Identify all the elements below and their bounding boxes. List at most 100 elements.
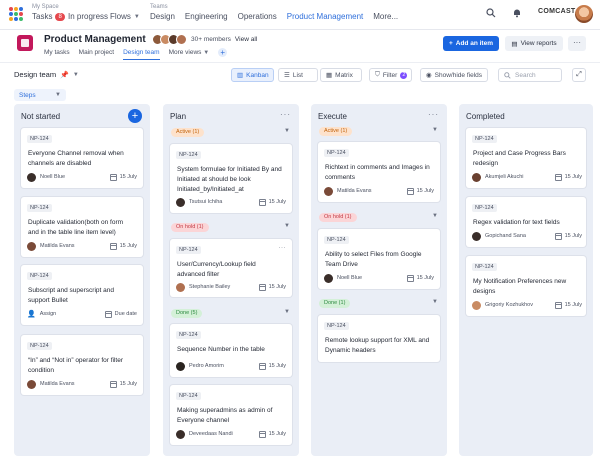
tab-design-team[interactable]: Design team <box>123 48 160 60</box>
bell-icon[interactable] <box>510 8 524 22</box>
card-assignee[interactable]: Gopichand Sana <box>472 231 526 241</box>
chevron-down-icon[interactable]: ▼ <box>284 309 290 315</box>
card-menu-icon[interactable]: ··· <box>279 245 287 251</box>
card-assignee[interactable]: Noell Blue <box>27 172 66 182</box>
card-assignee[interactable]: 👤 Assign <box>27 310 56 318</box>
group-active-pill[interactable]: Active (1) <box>319 127 353 136</box>
task-card[interactable]: NP-124 Project and Case Progress Bars re… <box>466 128 586 188</box>
card-due-date[interactable]: 15 July <box>258 430 286 438</box>
nav-flows[interactable]: Flows ▼ <box>110 11 140 23</box>
card-assignee[interactable]: Deveedaas Nandi <box>176 429 233 439</box>
app-logo-icon[interactable] <box>9 7 23 21</box>
list-view-button[interactable]: ☰ List <box>278 68 318 82</box>
tab-more-views[interactable]: More views ▼ <box>169 48 210 60</box>
card-due-date[interactable]: Due date <box>104 310 137 318</box>
task-card[interactable]: NP-124 “In” and “Not in” operator for fi… <box>21 335 143 395</box>
search-input[interactable]: Search <box>498 68 562 82</box>
assignee-name: Matilda Evans <box>40 243 75 249</box>
card-assignee[interactable]: Noell Blue <box>324 273 362 283</box>
card-assignee[interactable]: Matilda Evans <box>324 186 372 196</box>
nav-in-progress[interactable]: In progress <box>68 11 108 23</box>
card-due-date[interactable]: 15 July <box>258 198 286 206</box>
column-menu-icon[interactable]: ··· <box>280 110 291 119</box>
card-due-date[interactable]: 15 July <box>554 173 582 181</box>
nav-more[interactable]: More... <box>373 11 398 23</box>
board-name[interactable]: Design team 📌 ▼ <box>14 70 79 79</box>
tab-my-tasks[interactable]: My tasks <box>44 48 70 60</box>
view-all-link[interactable]: View all <box>235 36 257 43</box>
chevron-down-icon[interactable]: ▼ <box>432 299 438 305</box>
brand-logo: COMCAST <box>538 8 576 15</box>
card-assignee[interactable]: Grigoriy Kozhukhov <box>472 300 533 310</box>
kanban-icon: ▥ <box>237 72 244 79</box>
card-title: Project and Case Progress Bars redesign <box>473 150 566 167</box>
column-title: Not started <box>21 112 61 121</box>
chevron-down-icon[interactable]: ▼ <box>284 223 290 229</box>
add-card-icon[interactable]: + <box>128 109 142 123</box>
card-assignee[interactable]: Matilda Evans <box>27 379 75 389</box>
card-due-date[interactable]: 15 July <box>554 301 582 309</box>
task-card[interactable]: NP-124 Ability to select Files from Goog… <box>318 229 440 289</box>
card-due-date[interactable]: 15 July <box>258 362 286 370</box>
task-card[interactable]: NP-124 Regex validation for text fields … <box>466 197 586 247</box>
nav-engineering[interactable]: Engineering <box>185 11 228 23</box>
column-menu-icon[interactable]: ··· <box>428 110 439 119</box>
card-title: Subscript and superscript and support Bu… <box>28 287 114 304</box>
card-due-date[interactable]: 15 July <box>406 274 434 282</box>
view-reports-button[interactable]: ▤ View reports <box>505 36 563 51</box>
nav-product-management[interactable]: Product Management <box>287 11 364 23</box>
search-icon[interactable] <box>484 8 498 22</box>
group-on-hold-pill[interactable]: On hold (1) <box>171 223 209 232</box>
task-card[interactable]: NP-124 Remote lookup support for XML and… <box>318 315 440 362</box>
card-assignee[interactable]: Pedro Amorim <box>176 361 224 371</box>
group-done-pill[interactable]: Done (5) <box>171 309 203 318</box>
card-assignee[interactable]: Akumjeli Akuchi <box>472 172 524 182</box>
matrix-view-button[interactable]: ▦ Matrix <box>320 68 362 82</box>
members-group[interactable]: 30+ members View all <box>152 34 257 45</box>
chevron-down-icon[interactable]: ▼ <box>73 72 79 78</box>
card-due-date[interactable]: 15 July <box>109 380 137 388</box>
task-card[interactable]: NP-124 Richtext in comments and Images i… <box>318 142 440 202</box>
task-card[interactable]: NP-124 Subscript and superscript and sup… <box>21 265 143 325</box>
group-on-hold-pill[interactable]: On hold (1) <box>319 213 357 222</box>
nav-tasks[interactable]: Tasks 8 <box>32 11 65 23</box>
nav-operations[interactable]: Operations <box>238 11 277 23</box>
nav-my-space: My Space Tasks 8 <box>32 4 65 23</box>
pin-icon[interactable]: 📌 <box>60 71 69 79</box>
card-due-date[interactable]: 15 July <box>109 242 137 250</box>
task-card[interactable]: NP-124 System formulae for Initiated By … <box>170 144 292 213</box>
task-card[interactable]: NP-124 Sequence Number in the table Pedr… <box>170 324 292 377</box>
expand-icon[interactable]: ⤢ <box>572 68 586 82</box>
card-due-date[interactable]: 15 July <box>554 232 582 240</box>
card-assignee[interactable]: Stephanie Bailey <box>176 282 230 292</box>
card-id: NP-124 <box>472 204 497 212</box>
card-assignee[interactable]: Matilda Evans <box>27 241 75 251</box>
group-active-pill[interactable]: Active (1) <box>171 128 205 137</box>
more-options-icon[interactable]: ··· <box>568 36 586 51</box>
task-card[interactable]: NP-124 Making superadmins as admin of Ev… <box>170 385 292 445</box>
card-due-date[interactable]: 15 July <box>258 283 286 291</box>
chevron-down-icon[interactable]: ▼ <box>432 213 438 219</box>
card-due-date[interactable]: 15 July <box>109 173 137 181</box>
task-card[interactable]: NP-124 My Notification Preferences new d… <box>466 256 586 316</box>
filter-button[interactable]: ⛉ Filter 2 <box>369 68 412 82</box>
chevron-down-icon[interactable]: ▼ <box>432 127 438 133</box>
teams-label: Teams <box>150 4 168 10</box>
card-id: NP-124 <box>27 272 52 280</box>
steps-dropdown[interactable]: Steps ▼ <box>14 89 66 101</box>
task-card[interactable]: NP-124 Duplicate validation(both on form… <box>21 197 143 257</box>
show-hide-fields-button[interactable]: ◉ Show/hide fields <box>420 68 488 82</box>
tab-main-project[interactable]: Main project <box>79 48 114 60</box>
chevron-down-icon[interactable]: ▼ <box>284 128 290 134</box>
task-card[interactable]: NP-124 ··· User/Currency/Lookup field ad… <box>170 239 292 297</box>
group-done-pill[interactable]: Done (1) <box>319 299 351 308</box>
assignee-name: Noell Blue <box>40 174 66 180</box>
nav-design[interactable]: Design <box>150 11 175 23</box>
add-view-icon[interactable]: + <box>218 48 228 57</box>
kanban-view-button[interactable]: ▥ Kanban <box>231 68 274 82</box>
user-avatar[interactable] <box>575 5 593 23</box>
add-item-button[interactable]: + Add an item <box>443 36 499 51</box>
card-due-date[interactable]: 15 July <box>406 187 434 195</box>
card-assignee[interactable]: Tsutsui Ichiha <box>176 197 222 207</box>
task-card[interactable]: NP-124 Everyone Channel removal when cha… <box>21 128 143 188</box>
